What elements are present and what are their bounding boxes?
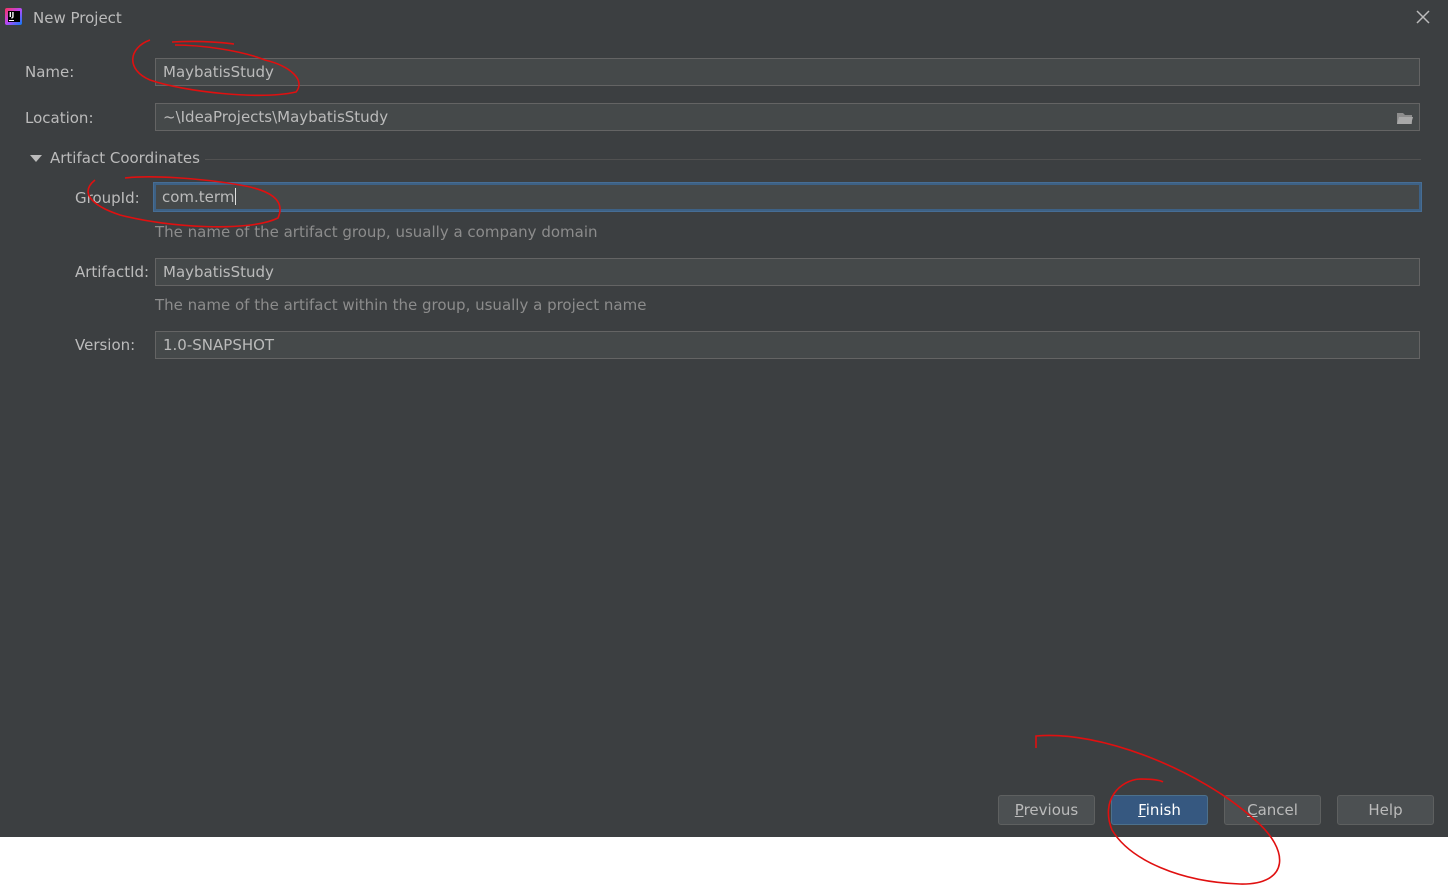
location-input[interactable]: ~\IdeaProjects\MaybatisStudy (155, 103, 1420, 131)
name-input[interactable]: MaybatisStudy (155, 58, 1420, 86)
groupid-value: com.term (162, 188, 235, 206)
window-title: New Project (33, 9, 122, 27)
groupid-label: GroupId: (75, 189, 140, 207)
new-project-dialog: IJ New Project Name: MaybatisStudy Locat… (0, 0, 1448, 837)
location-label: Location: (25, 109, 94, 127)
intellij-idea-icon: IJ (5, 8, 22, 25)
section-divider (205, 159, 1421, 160)
artifact-coordinates-section[interactable]: Artifact Coordinates (50, 149, 200, 167)
name-label: Name: (25, 63, 75, 81)
groupid-hint: The name of the artifact group, usually … (155, 223, 598, 241)
title-bar: IJ New Project (0, 0, 1448, 36)
version-input[interactable]: 1.0-SNAPSHOT (155, 331, 1420, 359)
artifactid-input[interactable]: MaybatisStudy (155, 258, 1420, 286)
triangle-down-icon[interactable] (30, 155, 42, 162)
cancel-button[interactable]: Cancel (1224, 795, 1321, 825)
help-button[interactable]: Help (1337, 795, 1434, 825)
artifactid-hint: The name of the artifact within the grou… (155, 296, 647, 314)
text-caret (235, 188, 237, 205)
finish-button[interactable]: Finish (1111, 795, 1208, 825)
previous-button[interactable]: Previous (998, 795, 1095, 825)
artifactid-label: ArtifactId: (75, 263, 150, 281)
location-value: ~\IdeaProjects\MaybatisStudy (163, 108, 389, 126)
version-label: Version: (75, 336, 136, 354)
groupid-input[interactable]: com.term (154, 183, 1421, 211)
close-icon[interactable] (1414, 8, 1432, 26)
folder-icon[interactable] (1396, 110, 1414, 126)
